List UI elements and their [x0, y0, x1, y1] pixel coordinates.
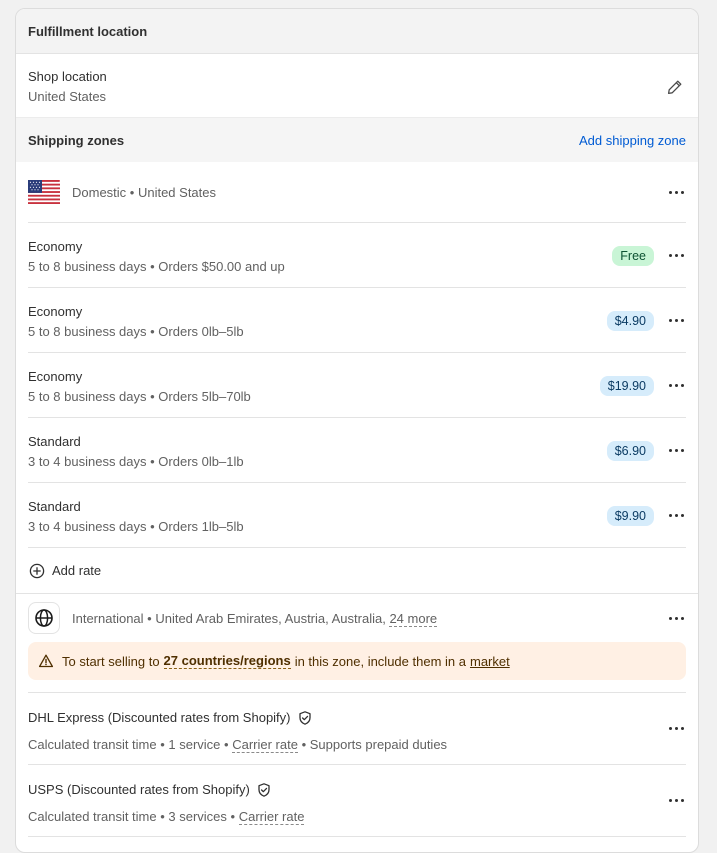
carrier-detail-text: Calculated transit time • 3 services • — [28, 809, 236, 824]
globe-icon — [28, 602, 60, 634]
carrier-name: USPS (Discounted rates from Shopify) — [28, 782, 250, 797]
shield-check-icon — [258, 783, 270, 797]
add-rate-label: Add rate — [52, 563, 102, 578]
carrier-rate-link[interactable]: Carrier rate — [238, 809, 305, 825]
domestic-zone-label: Domestic • United States — [72, 184, 216, 200]
shop-location-label: Shop location — [28, 69, 107, 84]
rate-more-icon[interactable] — [666, 375, 686, 395]
carrier-detail-extra: • Supports prepaid duties — [301, 737, 448, 752]
shipping-zones-title: Shipping zones — [28, 132, 125, 148]
rate-row: Economy 5 to 8 business days • Orders 0l… — [16, 288, 698, 352]
shield-check-icon — [298, 711, 311, 725]
banner-countries[interactable]: 27 countries/regions — [163, 653, 291, 669]
rate-details: 5 to 8 business days • Orders 5lb–70lb — [28, 389, 251, 404]
rate-name: Standard — [28, 434, 81, 449]
carrier-more-icon[interactable] — [666, 790, 686, 810]
rate-more-icon[interactable] — [666, 310, 686, 330]
pencil-icon[interactable] — [666, 78, 684, 96]
carrier-details: Calculated transit time • 1 service • Ca… — [28, 736, 686, 754]
warning-icon — [38, 654, 54, 668]
rate-row: Economy 5 to 8 business days • Orders 5l… — [16, 353, 698, 417]
fulfillment-card: Fulfillment location Shop location Unite… — [15, 8, 699, 853]
rate-name: Economy — [28, 369, 83, 384]
carrier-detail-text: Calculated transit time • 1 service • — [28, 737, 229, 752]
domestic-zone-header: Domestic • United States — [16, 162, 698, 222]
rate-row: Standard 3 to 4 business days • Orders 1… — [16, 483, 698, 547]
rate-name: Economy — [28, 239, 83, 254]
plus-circle-icon — [29, 563, 45, 578]
rate-price-badge: $19.90 — [599, 376, 654, 396]
international-zone-header: International • United Arab Emirates, Au… — [16, 594, 698, 642]
rate-details: 5 to 8 business days • Orders 0lb–5lb — [28, 324, 244, 339]
carrier-details: Calculated transit time • 3 services • C… — [28, 808, 686, 826]
rate-more-icon[interactable] — [666, 440, 686, 460]
fulfillment-title: Fulfillment location — [28, 23, 148, 39]
international-zone-text: International • United Arab Emirates, Au… — [72, 610, 386, 626]
shop-location-section: Shop location United States — [16, 54, 698, 118]
rate-name: Standard — [28, 499, 81, 514]
divider — [28, 836, 686, 837]
carrier-name-line: USPS (Discounted rates from Shopify) — [28, 781, 686, 799]
carrier-name-line: DHL Express (Discounted rates from Shopi… — [28, 709, 686, 727]
rate-name: Economy — [28, 304, 83, 319]
market-link[interactable]: market — [470, 654, 510, 669]
rate-details: 3 to 4 business days • Orders 1lb–5lb — [28, 519, 244, 534]
shipping-zones-header: Shipping zones Add shipping zone — [16, 118, 698, 162]
international-zone-label: International • United Arab Emirates, Au… — [72, 610, 438, 627]
carrier-row: DHL Express (Discounted rates from Shopi… — [16, 693, 698, 764]
domestic-zone-more-icon[interactable] — [666, 182, 686, 202]
more-countries-link[interactable]: 24 more — [389, 610, 438, 627]
rate-price-badge: $6.90 — [606, 441, 654, 461]
us-flag-icon — [28, 180, 60, 204]
carrier-more-icon[interactable] — [666, 718, 686, 738]
shop-location-value: United States — [28, 89, 107, 104]
rate-price-badge: Free — [612, 246, 654, 266]
international-zone-more-icon[interactable] — [666, 608, 686, 628]
add-rate-button[interactable]: Add rate — [16, 548, 698, 593]
carrier-row: USPS (Discounted rates from Shopify) Cal… — [16, 765, 698, 836]
carrier-rate-link[interactable]: Carrier rate — [232, 737, 298, 753]
rate-details: 3 to 4 business days • Orders 0lb–1lb — [28, 454, 244, 469]
rate-more-icon[interactable] — [666, 245, 686, 265]
rate-more-icon[interactable] — [666, 505, 686, 525]
banner-middle: in this zone, include them in a — [294, 653, 466, 669]
rate-details: 5 to 8 business days • Orders $50.00 and… — [28, 259, 285, 274]
carrier-name: DHL Express (Discounted rates from Shopi… — [28, 710, 291, 725]
rate-row: Economy 5 to 8 business days • Orders $5… — [16, 223, 698, 287]
banner-prefix: To start selling to — [62, 653, 160, 669]
market-warning-banner: To start selling to 27 countries/regions… — [28, 642, 686, 680]
rate-price-badge: $4.90 — [606, 311, 654, 331]
rate-price-badge: $9.90 — [606, 506, 654, 526]
card-header: Fulfillment location — [16, 9, 698, 54]
add-shipping-zone-link[interactable]: Add shipping zone — [579, 133, 686, 148]
rate-row: Standard 3 to 4 business days • Orders 0… — [16, 418, 698, 482]
